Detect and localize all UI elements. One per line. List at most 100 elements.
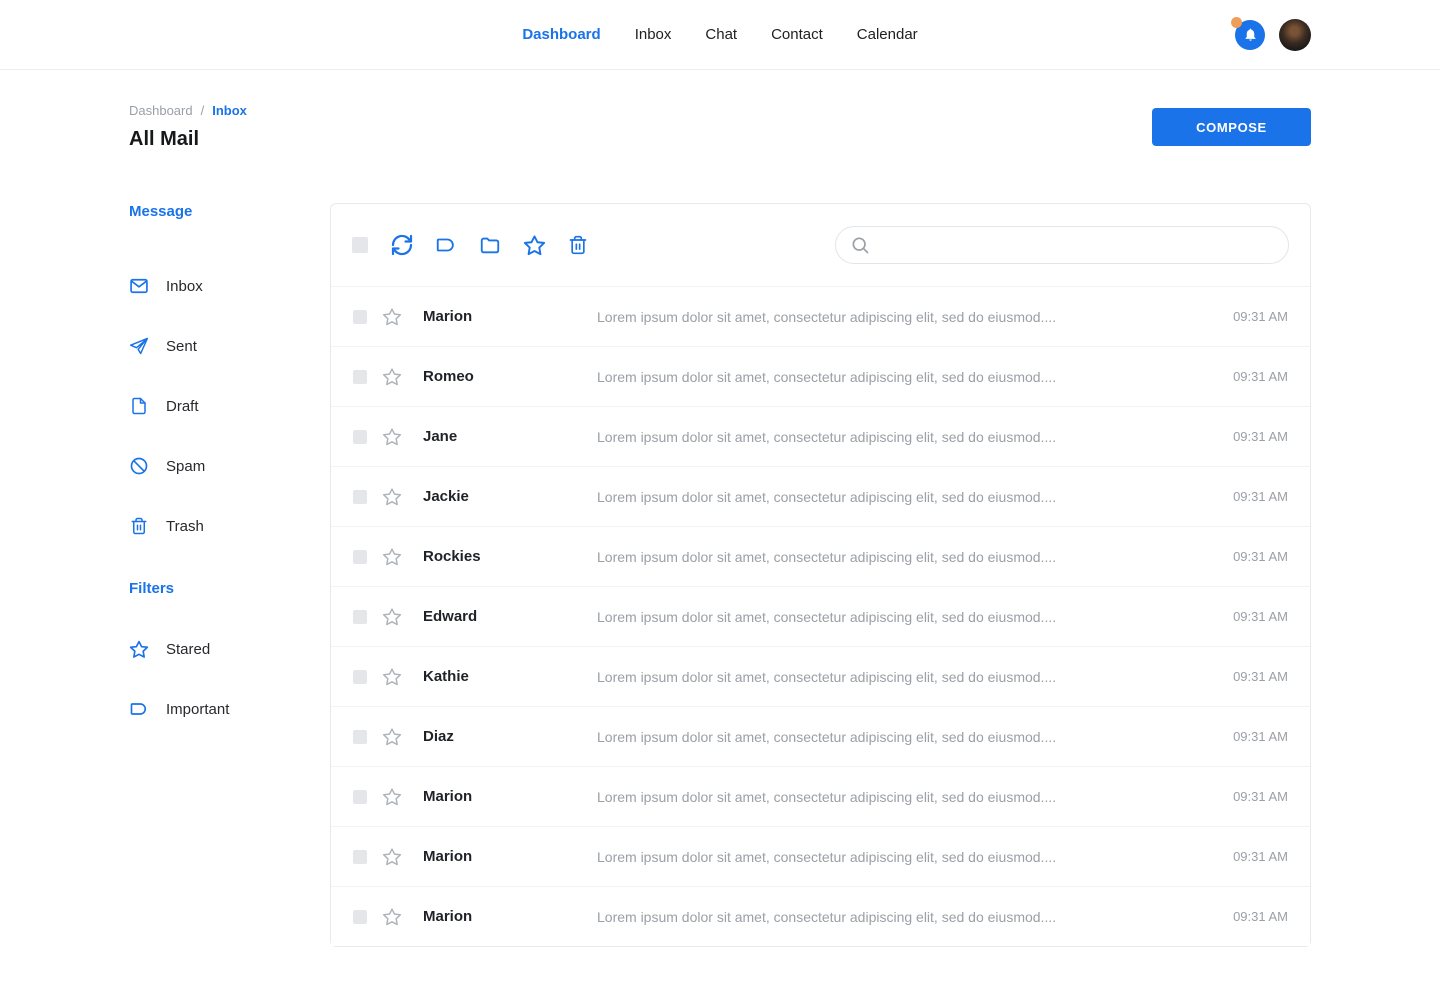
row-preview: Lorem ipsum dolor sit amet, consectetur … — [597, 489, 1233, 505]
row-time: 09:31 AM — [1233, 849, 1288, 864]
search-icon — [850, 235, 870, 255]
sidebar-message-list: Inbox Sent Draft — [129, 256, 330, 556]
sidebar-item-label: Inbox — [166, 278, 203, 295]
folder-icon[interactable] — [478, 233, 502, 257]
header-actions — [1235, 19, 1311, 51]
mail-row[interactable]: Jane Lorem ipsum dolor sit amet, consect… — [331, 406, 1310, 466]
row-time: 09:31 AM — [1233, 789, 1288, 804]
mail-row[interactable]: Marion Lorem ipsum dolor sit amet, conse… — [331, 886, 1310, 946]
star-icon[interactable] — [381, 846, 403, 868]
star-icon[interactable] — [381, 306, 403, 328]
page-head-left: Dashboard / Inbox All Mail — [129, 103, 247, 151]
search-box[interactable] — [835, 226, 1289, 264]
sidebar-item-label: Important — [166, 701, 229, 718]
star-icon[interactable] — [381, 726, 403, 748]
trash-icon[interactable] — [566, 233, 590, 257]
mail-row[interactable]: Marion Lorem ipsum dolor sit amet, conse… — [331, 286, 1310, 346]
breadcrumb: Dashboard / Inbox — [129, 103, 247, 118]
sidebar-item-sent[interactable]: Sent — [129, 316, 330, 376]
row-checkbox[interactable] — [353, 850, 367, 864]
bell-icon — [1243, 27, 1258, 42]
mail-row[interactable]: Romeo Lorem ipsum dolor sit amet, consec… — [331, 346, 1310, 406]
row-checkbox[interactable] — [353, 610, 367, 624]
star-icon[interactable] — [381, 906, 403, 928]
row-checkbox[interactable] — [353, 370, 367, 384]
row-sender: Marion — [423, 788, 597, 805]
mail-row[interactable]: Marion Lorem ipsum dolor sit amet, conse… — [331, 826, 1310, 886]
star-icon[interactable] — [381, 366, 403, 388]
row-checkbox[interactable] — [353, 430, 367, 444]
star-icon — [129, 639, 149, 659]
paper-plane-icon — [129, 336, 149, 356]
sidebar-item-stared[interactable]: Stared — [129, 619, 330, 679]
row-sender: Diaz — [423, 728, 597, 745]
row-sender: Marion — [423, 848, 597, 865]
star-icon[interactable] — [381, 426, 403, 448]
notification-button[interactable] — [1235, 20, 1265, 50]
row-sender: Edward — [423, 608, 597, 625]
nav-item-dashboard[interactable]: Dashboard — [522, 26, 600, 43]
sidebar-item-trash[interactable]: Trash — [129, 496, 330, 556]
sidebar-item-important[interactable]: Important — [129, 679, 330, 739]
mail-row[interactable]: Rockies Lorem ipsum dolor sit amet, cons… — [331, 526, 1310, 586]
block-icon — [129, 456, 149, 476]
star-icon[interactable] — [381, 546, 403, 568]
mail-row[interactable]: Kathie Lorem ipsum dolor sit amet, conse… — [331, 646, 1310, 706]
star-icon[interactable] — [381, 486, 403, 508]
sidebar-item-spam[interactable]: Spam — [129, 436, 330, 496]
row-sender: Romeo — [423, 368, 597, 385]
star-icon[interactable] — [381, 786, 403, 808]
mail-row[interactable]: Diaz Lorem ipsum dolor sit amet, consect… — [331, 706, 1310, 766]
row-checkbox[interactable] — [353, 490, 367, 504]
label-icon[interactable] — [434, 233, 458, 257]
row-checkbox[interactable] — [353, 670, 367, 684]
toolbar-icons — [390, 233, 590, 257]
row-sender: Marion — [423, 308, 597, 325]
sidebar-item-label: Stared — [166, 641, 210, 658]
row-preview: Lorem ipsum dolor sit amet, consectetur … — [597, 909, 1233, 925]
refresh-icon[interactable] — [390, 233, 414, 257]
row-checkbox[interactable] — [353, 790, 367, 804]
trash-icon — [129, 516, 149, 536]
row-sender: Jane — [423, 428, 597, 445]
top-header: Dashboard Inbox Chat Contact Calendar — [0, 0, 1440, 70]
search-input[interactable] — [878, 237, 1274, 253]
mail-row[interactable]: Edward Lorem ipsum dolor sit amet, conse… — [331, 586, 1310, 646]
row-preview: Lorem ipsum dolor sit amet, consectetur … — [597, 429, 1233, 445]
sidebar-item-inbox[interactable]: Inbox — [129, 256, 330, 316]
row-sender: Jackie — [423, 488, 597, 505]
row-time: 09:31 AM — [1233, 609, 1288, 624]
mail-row[interactable]: Jackie Lorem ipsum dolor sit amet, conse… — [331, 466, 1310, 526]
row-time: 09:31 AM — [1233, 489, 1288, 504]
row-time: 09:31 AM — [1233, 309, 1288, 324]
star-icon[interactable] — [381, 606, 403, 628]
nav-item-calendar[interactable]: Calendar — [857, 26, 918, 43]
select-all-checkbox[interactable] — [352, 237, 368, 253]
notification-badge — [1231, 17, 1242, 28]
sidebar-item-label: Spam — [166, 458, 205, 475]
user-avatar[interactable] — [1279, 19, 1311, 51]
compose-button[interactable]: COMPOSE — [1152, 108, 1311, 146]
row-checkbox[interactable] — [353, 550, 367, 564]
breadcrumb-dashboard[interactable]: Dashboard — [129, 103, 193, 118]
nav-item-chat[interactable]: Chat — [705, 26, 737, 43]
row-checkbox[interactable] — [353, 910, 367, 924]
star-icon[interactable] — [522, 233, 546, 257]
breadcrumb-inbox[interactable]: Inbox — [212, 103, 247, 118]
mail-row[interactable]: Marion Lorem ipsum dolor sit amet, conse… — [331, 766, 1310, 826]
nav-item-contact[interactable]: Contact — [771, 26, 823, 43]
content: Message Inbox Sent — [129, 203, 1311, 947]
row-preview: Lorem ipsum dolor sit amet, consectetur … — [597, 849, 1233, 865]
row-checkbox[interactable] — [353, 730, 367, 744]
row-preview: Lorem ipsum dolor sit amet, consectetur … — [597, 309, 1233, 325]
nav-item-inbox[interactable]: Inbox — [635, 26, 672, 43]
envelope-icon — [129, 276, 149, 296]
star-icon[interactable] — [381, 666, 403, 688]
row-time: 09:31 AM — [1233, 909, 1288, 924]
row-preview: Lorem ipsum dolor sit amet, consectetur … — [597, 609, 1233, 625]
row-sender: Rockies — [423, 548, 597, 565]
row-checkbox[interactable] — [353, 310, 367, 324]
sidebar-item-draft[interactable]: Draft — [129, 376, 330, 436]
page-title: All Mail — [129, 128, 247, 151]
sidebar-item-label: Sent — [166, 338, 197, 355]
